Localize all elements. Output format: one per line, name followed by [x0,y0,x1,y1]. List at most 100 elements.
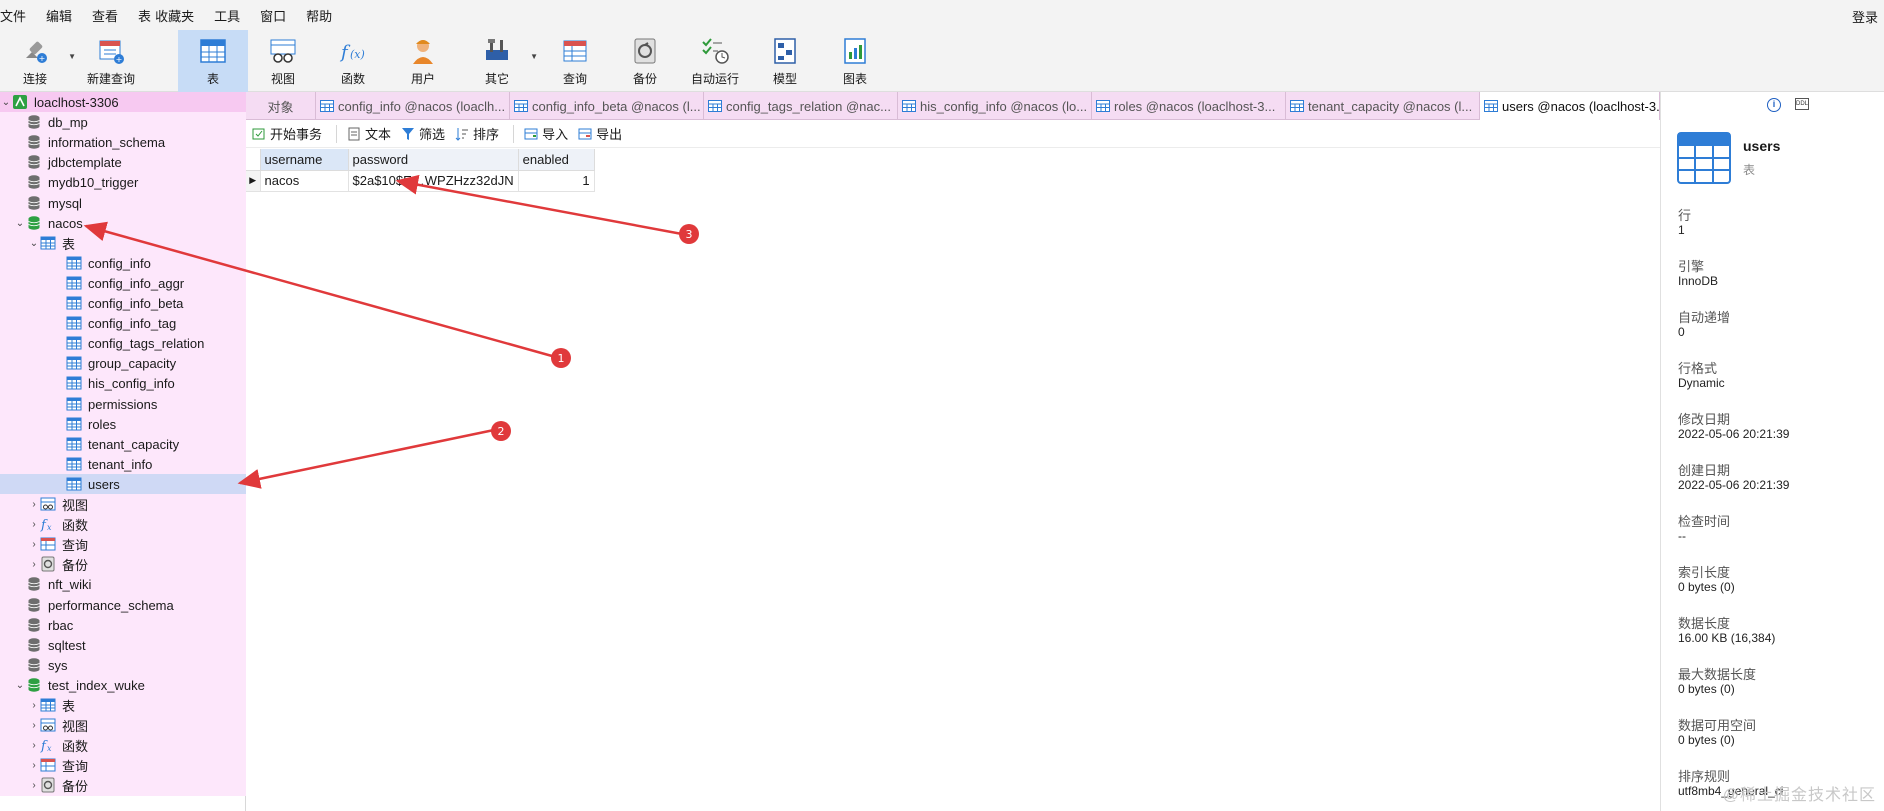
new-query-button[interactable]: + 新建查询 [76,30,146,92]
menu-file[interactable]: 文件 [0,6,36,25]
model-button[interactable]: 模型 [750,30,820,92]
tree-node-table-tenant_info[interactable]: tenant_info [0,454,246,474]
tree-node-table-group_capacity[interactable]: group_capacity [0,353,246,373]
tree-node-database-sqltest[interactable]: sqltest [0,635,246,655]
menu-window[interactable]: 窗口 [250,6,296,25]
chevron-right-icon[interactable]: › [28,740,40,751]
filter-button[interactable]: 筛选 [401,124,445,143]
table-button[interactable]: 表 [178,30,248,92]
user-button[interactable]: 用户 [388,30,458,92]
chevron-right-icon[interactable]: › [28,720,40,731]
tree-node-table-config_info_aggr[interactable]: config_info_aggr [0,273,246,293]
menu-favorites[interactable]: 收藏夹 [153,6,204,25]
query-button[interactable]: 查询 [540,30,610,92]
tab-objects[interactable]: 对象 [246,92,316,120]
login-link[interactable]: 登录 [1852,7,1878,26]
view-button[interactable]: 视图 [248,30,318,92]
chevron-right-icon[interactable]: › [28,499,40,510]
menu-view[interactable]: 查看 [82,6,128,25]
text-button[interactable]: 文本 [347,124,391,143]
other-button[interactable]: 其它 ▼ [462,30,538,92]
chevron-right-icon[interactable]: › [28,559,40,570]
tree-node-database-information_schema[interactable]: information_schema [0,132,246,152]
tab-table-3[interactable]: config_tags_relation @nac... [704,92,898,120]
tree-node-database-mydb10_trigger[interactable]: mydb10_trigger [0,172,246,192]
menu-help[interactable]: 帮助 [296,6,342,25]
tree-node-table-tenant_capacity[interactable]: tenant_capacity [0,434,246,454]
tree-node-group-wuke-1[interactable]: › 视图 [0,715,246,735]
column-header-username[interactable]: username [260,149,349,171]
property-index_len: 索引长度 0 bytes (0) [1678,562,1878,598]
menu-edit[interactable]: 编辑 [36,6,82,25]
tree-node-group-wuke-3[interactable]: › 查询 [0,755,246,775]
chevron-down-icon[interactable]: ⌄ [14,218,26,229]
tab-table-6[interactable]: tenant_capacity @nacos (l... [1286,92,1480,120]
tab-table-1[interactable]: config_info @nacos (loaclh... [316,92,510,120]
chevron-down-icon[interactable]: ▼ [530,52,538,61]
function-icon: fx [40,739,52,753]
chevron-down-icon[interactable]: ⌄ [0,97,12,108]
cell-password[interactable]: $2a$10$E…WPZHzz32dJN [348,170,519,192]
tree-node-table-permissions[interactable]: permissions [0,394,246,414]
tree-node-tables-group[interactable]: ⌄ 表 [0,233,246,253]
backup-button[interactable]: 备份 [610,30,680,92]
chevron-right-icon[interactable]: › [28,700,40,711]
chevron-right-icon[interactable]: › [28,760,40,771]
tree-node-group-2[interactable]: › 查询 [0,534,246,554]
connect-button[interactable]: + 连接 ▼ [0,30,76,92]
tree-node-table-his_config_info[interactable]: his_config_info [0,373,246,393]
tree-node-group-wuke-4[interactable]: › 备份 [0,775,246,795]
chevron-down-icon[interactable]: ▼ [68,52,76,61]
chevron-down-icon[interactable]: ⌄ [28,238,40,249]
table-row[interactable]: ▶ nacos $2a$10$E…WPZHzz32dJN 1 [246,170,595,192]
tab-table-7[interactable]: users @nacos (loaclhost-3... [1480,92,1660,120]
chart-button[interactable]: 图表 [820,30,890,92]
begin-transaction-button[interactable]: 开始事务 [252,124,322,143]
sort-button[interactable]: 排序 [455,124,499,143]
data-grid[interactable]: username password enabled ▶ nacos $2a$10… [246,149,595,192]
tab-table-4[interactable]: his_config_info @nacos (lo... [898,92,1092,120]
chevron-right-icon[interactable]: › [28,780,40,791]
tree-node-table-roles[interactable]: roles [0,414,246,434]
tree-node-group-3[interactable]: › 备份 [0,554,246,574]
tree-node-table-config_tags_relation[interactable]: config_tags_relation [0,333,246,353]
table-icon [66,316,82,330]
tree-node-database-sys[interactable]: sys [0,655,246,675]
tree-node-table-config_info[interactable]: config_info [0,253,246,273]
tree-node-connection[interactable]: ⌄ loaclhost-3306 [0,92,246,112]
tree-node-database-nacos[interactable]: ⌄ nacos [0,213,246,233]
tree-node-database-jdbctemplate[interactable]: jdbctemplate [0,152,246,172]
tree-node-database-rbac[interactable]: rbac [0,615,246,635]
tree-node-table-config_info_beta[interactable]: config_info_beta [0,293,246,313]
tree-node-database-db_mp[interactable]: db_mp [0,112,246,132]
column-header-enabled[interactable]: enabled [518,149,595,171]
tree-node-database-test_index_wuke[interactable]: ⌄ test_index_wuke [0,675,246,695]
property-value: 0 bytes (0) [1678,682,1735,696]
tree-node-database-nft_wiki[interactable]: nft_wiki [0,574,246,594]
tab-table-2[interactable]: config_info_beta @nacos (l... [510,92,704,120]
menu-table[interactable]: 表 [128,6,153,25]
auto-run-button[interactable]: 自动运行 [680,30,750,92]
tree-node-group-1[interactable]: › f x 函数 [0,514,246,534]
tree-node-database-mysql[interactable]: mysql [0,193,246,213]
tree-node-label: 视图 [62,718,89,734]
tree-node-group-0[interactable]: › 视图 [0,494,246,514]
import-button[interactable]: 导入 [524,124,568,143]
tree-node-table-config_info_tag[interactable]: config_info_tag [0,313,246,333]
tree-node-group-wuke-0[interactable]: › 表 [0,695,246,715]
ddl-icon[interactable]: DDL [1795,98,1809,110]
tab-table-5[interactable]: roles @nacos (loaclhost-3... [1092,92,1286,120]
cell-username[interactable]: nacos [260,170,349,192]
chevron-down-icon[interactable]: ⌄ [14,680,26,691]
chevron-right-icon[interactable]: › [28,539,40,550]
export-button[interactable]: 导出 [578,124,622,143]
tree-node-table-users[interactable]: users [0,474,246,494]
tree-node-database-performance_schema[interactable]: performance_schema [0,595,246,615]
column-header-password[interactable]: password [348,149,519,171]
cell-enabled[interactable]: 1 [518,170,595,192]
chevron-right-icon[interactable]: › [28,519,40,530]
tree-node-group-wuke-2[interactable]: › f x 函数 [0,735,246,755]
menu-tools[interactable]: 工具 [204,6,250,25]
info-icon[interactable]: i [1767,98,1781,112]
function-button[interactable]: f (x) 函数 [318,30,388,92]
